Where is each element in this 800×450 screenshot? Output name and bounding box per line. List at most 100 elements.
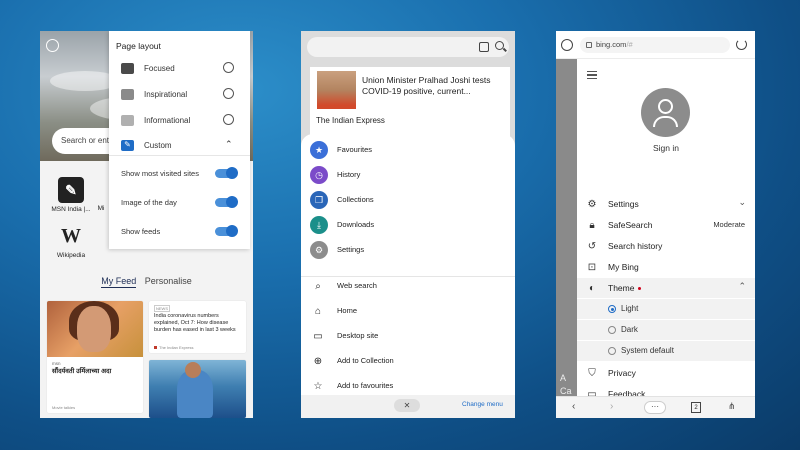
phone-edge-newtab: Search or ent ✎ MSN India |... Mi W Wiki… [40,31,253,418]
avatar[interactable] [641,88,690,137]
menu-item-home[interactable]: ⌂ Home [301,300,515,322]
news-card[interactable]: msn सौंदर्यवती उर्मिलाच्या अदा Movie tal… [47,301,143,413]
news-title: Union Minister Pralhad Joshi tests COVID… [362,75,491,97]
layout-option-inspirational[interactable]: Inspirational [109,87,250,105]
address-bar: bing.com/# [556,31,755,59]
menu-item-add-to-collection[interactable]: ⊕ Add to Collection [301,350,515,372]
share-icon[interactable]: ⋔ [728,401,736,412]
menu-label: Settings [337,245,365,254]
toggle-label: Image of the day [121,198,177,207]
sign-in-link[interactable]: Sign in [577,143,755,153]
radio-button[interactable] [608,305,616,313]
search-bar[interactable] [307,37,509,57]
tabs-button[interactable]: 2 [691,402,701,413]
layout-option-custom[interactable]: ✎ Custom ⌃ [109,138,250,156]
scan-icon[interactable] [479,42,489,52]
menu-label: Downloads [337,220,375,229]
radio-button[interactable] [608,326,616,334]
menu-item-privacy[interactable]: ⛉ Privacy [577,363,755,383]
menu-item-collections[interactable]: ❐ Collections [301,189,515,211]
menu-item-downloads[interactable]: ⤓ Downloads [301,214,515,236]
menu-item-history[interactable]: ◷ History [301,164,515,186]
toggle-switch[interactable] [215,225,238,237]
page-layout-panel: Page layout Focused Inspirational Inform… [109,31,250,249]
menu-item-safesearch[interactable]: 🔒︎ SafeSearch Moderate [577,215,755,235]
url-field[interactable]: bing.com/# [580,37,730,53]
theme-option-light[interactable]: Light [577,299,755,319]
lock-icon: 🔒︎ [589,219,595,231]
layout-option-focused[interactable]: Focused [109,61,250,79]
menu-item-settings[interactable]: ⚙ Settings [301,239,515,261]
menu-label: Web search [337,281,377,290]
theme-option-dark[interactable]: Dark [577,320,755,340]
panel-title: Page layout [116,41,161,51]
tab-personalise[interactable]: Personalise [145,276,192,286]
card-title: India coronavirus numbers explained, Oct… [154,313,236,333]
menu-item-search-history[interactable]: ↺ Search history [577,236,755,256]
radio-button[interactable] [223,62,234,73]
option-label: Light [621,304,639,313]
url-host: bing.com [596,40,627,49]
tile-msn[interactable]: ✎ MSN India |... [46,177,96,213]
hamburger-icon[interactable] [587,71,597,79]
close-button[interactable]: ✕ [394,399,420,412]
toggle-show-feeds[interactable]: Show feeds [109,224,250,242]
menu-label: Search history [608,241,663,251]
toggle-label: Show most visited sites [121,169,199,178]
menu-label: SafeSearch [608,220,653,230]
forward-icon[interactable]: › [610,401,613,412]
news-source: The Indian Express [316,116,385,125]
refresh-icon[interactable] [736,39,747,50]
news-card-image[interactable] [149,360,246,418]
card-tag: NEWS [154,305,170,312]
url-path: /# [626,40,633,49]
news-card[interactable]: NEWS India coronavirus numbers explained… [149,301,246,353]
divider [109,155,250,156]
menu-label: Collections [337,195,374,204]
search-icon: ⌕ [315,280,321,292]
menu-label: Privacy [608,368,636,378]
profile-icon[interactable] [561,39,573,51]
change-menu-link[interactable]: Change menu [462,401,503,408]
notification-dot [638,287,642,291]
menu-item-favourites[interactable]: ★ Favourites [301,139,515,161]
menu-item-theme[interactable]: ◐ Theme ⌃ [577,278,755,298]
theme-option-system-default[interactable]: System default [577,341,755,361]
layout-option-informational[interactable]: Informational [109,113,250,131]
list-icon [121,115,134,126]
toggle-switch[interactable] [215,196,238,208]
add-collection-icon: ⊕ [313,355,323,367]
history-icon: ◷ [310,166,328,184]
profile-icon[interactable] [46,39,59,52]
menu-item-add-to-favourites[interactable]: ☆ Add to favourites [301,375,515,397]
radio-button[interactable] [608,347,616,355]
chevron-up-icon[interactable]: ⌃ [225,139,233,150]
toggle-image-of-day[interactable]: Image of the day [109,195,250,213]
menu-footer: ✕ Change menu [301,395,515,418]
radio-button[interactable] [223,114,234,125]
menu-item-web-search[interactable]: ⌕ Web search [301,275,515,297]
menu-item-settings[interactable]: ⚙ Settings ⌄ [577,194,755,214]
phone-bing-settings: bing.com/# A Ca Sign in ⚙ Settings ⌄ 🔒︎ … [556,31,755,418]
avatar-head [658,99,673,114]
menu-item-desktop-site[interactable]: ▭ Desktop site [301,325,515,347]
lock-icon [586,42,592,48]
bottom-menu-sheet: ★ Favourites ◷ History ❐ Collections ⤓ D… [301,134,515,418]
desktop-icon: ▭ [313,330,323,342]
tile-wikipedia[interactable]: W Wikipedia [46,223,96,260]
tab-my-feed[interactable]: My Feed [101,276,137,288]
menu-item-my-bing[interactable]: ⊡ My Bing [577,257,755,277]
tile-partial[interactable]: Mi [94,205,108,212]
toggle-most-visited[interactable]: Show most visited sites [109,166,250,184]
more-menu-button[interactable]: ··· [644,401,666,414]
radio-button[interactable] [223,88,234,99]
option-label: Dark [621,325,638,334]
menu-label: Desktop site [337,331,379,340]
dimmed-page: A Ca [556,59,577,396]
star-icon: ★ [310,141,328,159]
card-image-detail [77,306,111,352]
back-icon[interactable]: ‹ [572,401,575,412]
search-icon[interactable] [495,41,504,50]
toggle-switch[interactable] [215,167,238,179]
tile-label: Mi [97,205,105,212]
